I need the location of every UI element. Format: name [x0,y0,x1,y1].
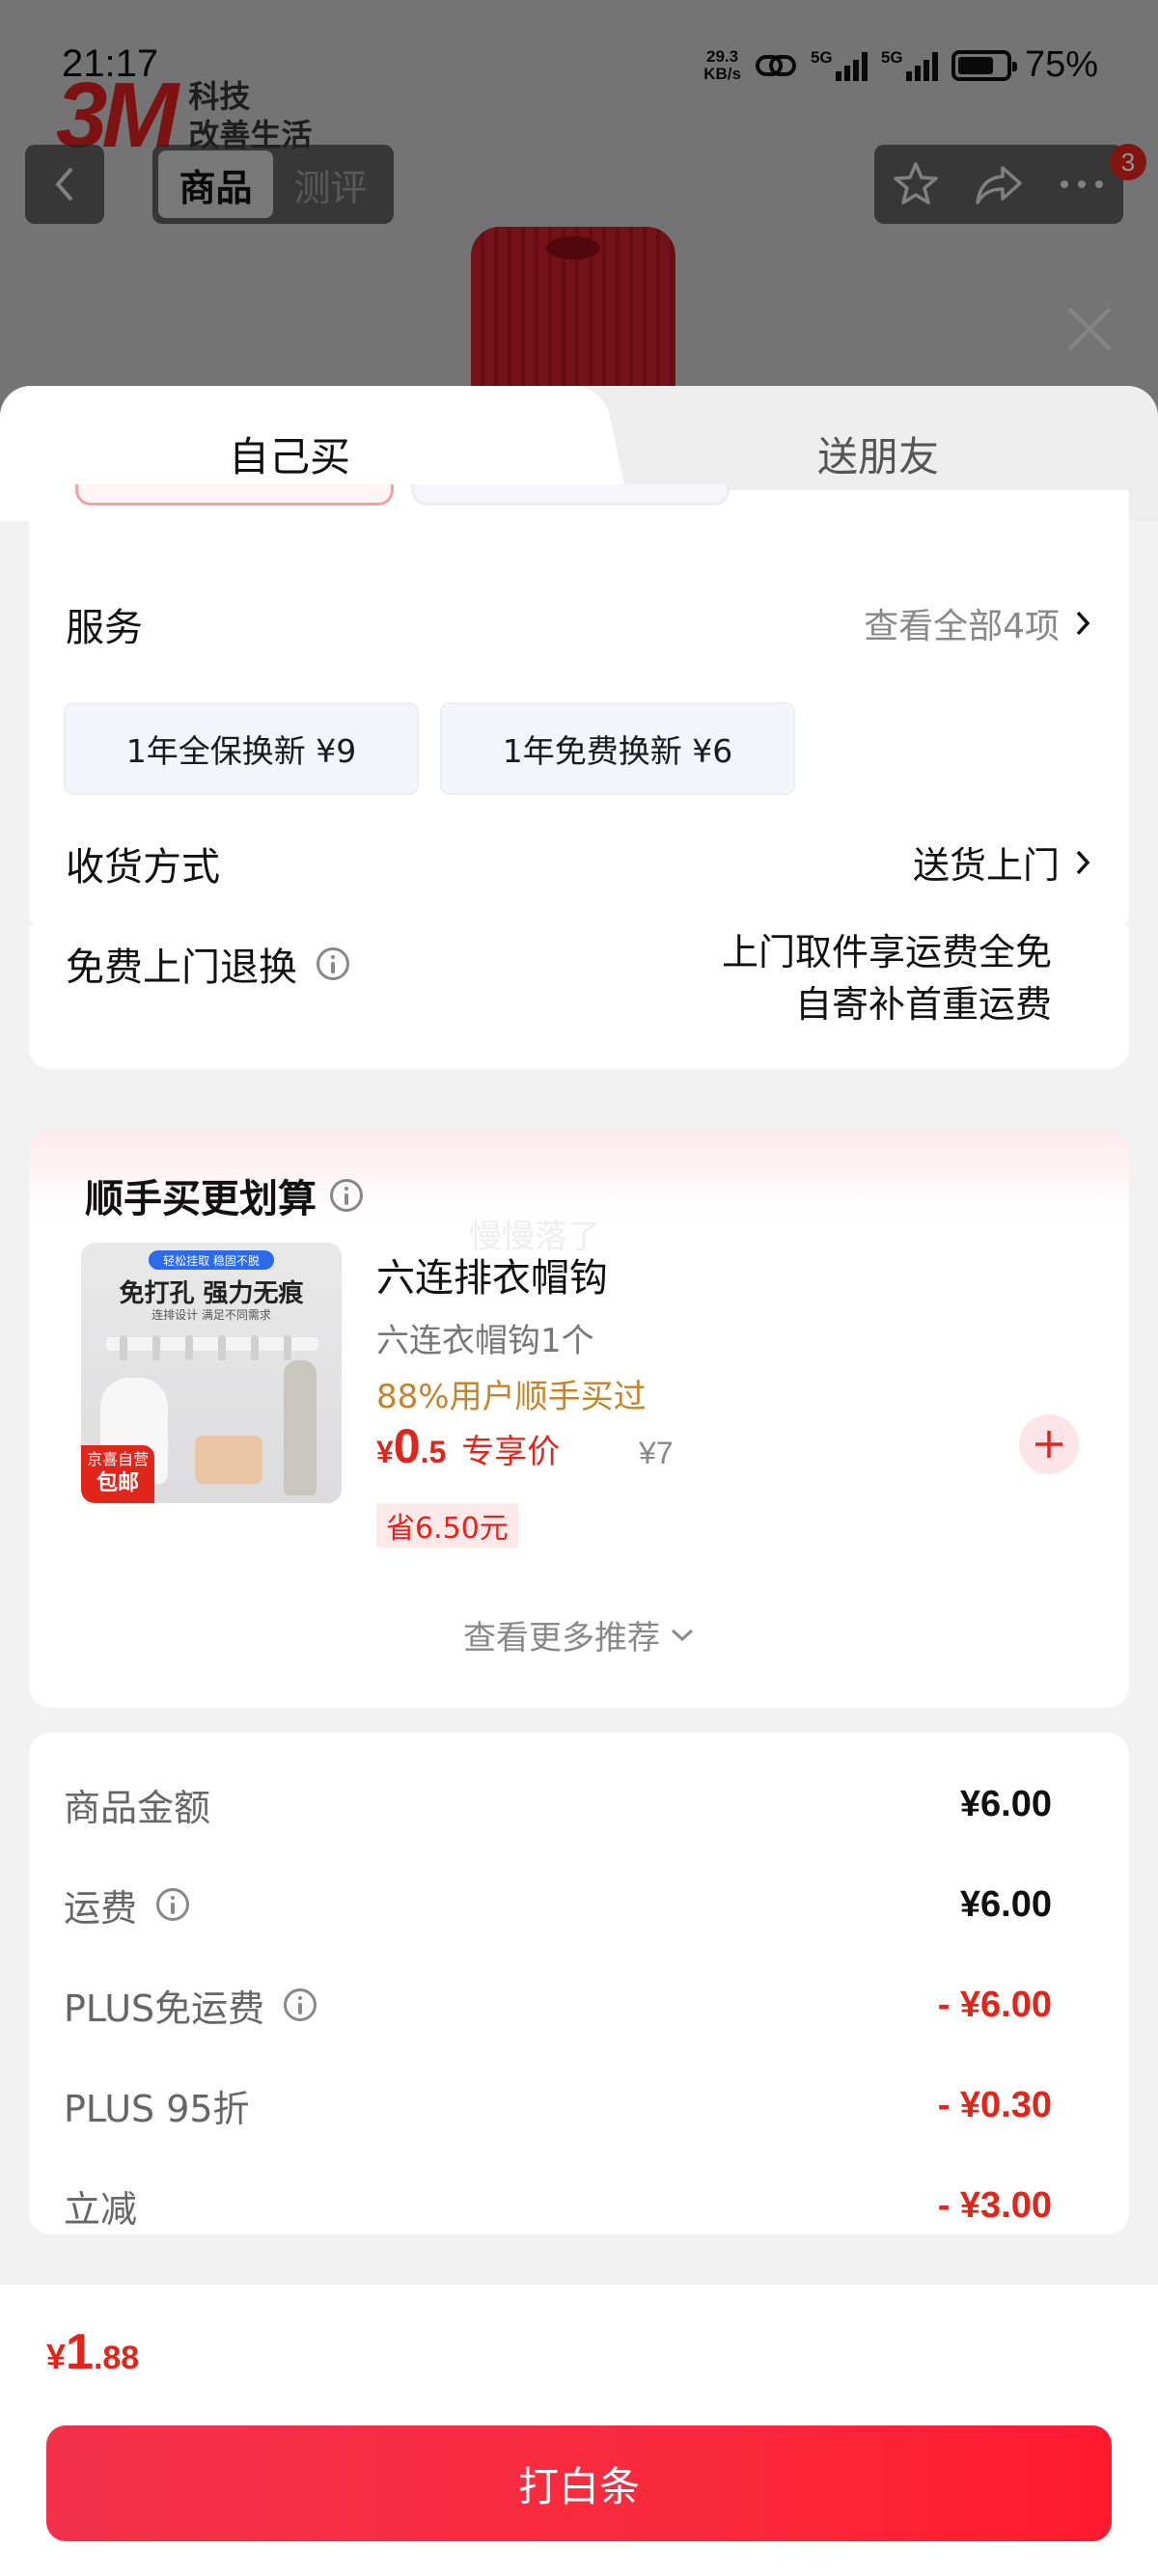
delivery-method[interactable]: 送货上门 [913,836,1090,889]
summary-row-shipping: 运费 ¥6.00 [64,1883,1052,1930]
summary-row-plus-discount: PLUS 95折 - ¥0.30 [64,2084,1052,2130]
purchase-sheet: 自己买 送朋友 服务 查看全部4项 1年全保换新 ¥9 1年免费换新 ¥6 收货… [0,386,1158,2576]
plus-icon [1035,1431,1062,1458]
info-icon[interactable] [156,1888,190,1921]
summary-row-goods-amount: 商品金额 ¥6.00 [64,1783,1052,1829]
delivery-label: 收货方式 [66,845,220,890]
addon-title: 顺手买更划算 [85,1167,363,1223]
chevron-right-icon [1076,611,1090,636]
self-operated-badge: 京喜自营 包邮 [81,1445,154,1503]
summary-row-plus-free-shipping: PLUS免运费 - ¥6.00 [64,1984,1052,2030]
summary-row-instant-reduction: 立减 - ¥3.00 [64,2184,1052,2231]
spec-option[interactable] [411,484,730,506]
info-icon[interactable] [330,1179,363,1212]
addon-savings-badge: 省6.50元 [376,1503,518,1548]
addon-social-proof: 88%用户顺手买过 [376,1378,647,1416]
spec-option-selected[interactable] [75,484,394,506]
free-return-terms: 上门取件享运费全免 自寄补首重运费 [721,931,1052,1026]
service-view-all[interactable]: 查看全部4项 [864,598,1090,648]
pay-with-baitiao-button[interactable]: 打白条 [46,2425,1112,2541]
addon-original-price: ¥7 [639,1436,674,1470]
chevron-down-icon [671,1629,694,1641]
total-price: ¥ 1 .88 [46,2324,140,2380]
addon-recommendation-card: 顺手买更划算 慢慢落了 轻松挂取 稳固不脱 免打孔 强力无痕 连排设计 满足不同… [29,1129,1129,1708]
price-summary-card: 商品金额 ¥6.00 运费 ¥6.00 PLUS免运费 - ¥6.00 PLUS… [29,1733,1129,2234]
service-label: 服务 [66,606,143,650]
free-return-label: 免费上门退换 [66,936,349,992]
checkout-footer: ¥ 1 .88 打白条 [0,2283,1158,2576]
addon-exclusive-price: ¥ 0 .5 专享价 [376,1419,561,1473]
options-card: 服务 查看全部4项 1年全保换新 ¥9 1年免费换新 ¥6 收货方式 送货上门 [29,484,1129,934]
free-return-card: 免费上门退换 上门取件享运费全免 自寄补首重运费 [29,926,1129,1069]
service-option-free-replace[interactable]: 1年免费换新 ¥6 [440,702,795,795]
info-icon[interactable] [317,947,349,980]
addon-product-image[interactable]: 轻松挂取 稳固不脱 免打孔 强力无痕 连排设计 满足不同需求 京喜自营 包邮 [81,1243,342,1503]
info-icon[interactable] [284,1988,317,2021]
addon-product-spec: 六连衣帽钩1个 [376,1322,594,1360]
service-option-full-warranty[interactable]: 1年全保换新 ¥9 [64,702,419,795]
more-recommendations-link[interactable]: 查看更多推荐 [29,1611,1129,1658]
addon-product-name[interactable]: 六连排衣帽钩 [376,1247,608,1302]
add-addon-button[interactable] [1019,1414,1079,1474]
chevron-right-icon [1076,850,1090,874]
